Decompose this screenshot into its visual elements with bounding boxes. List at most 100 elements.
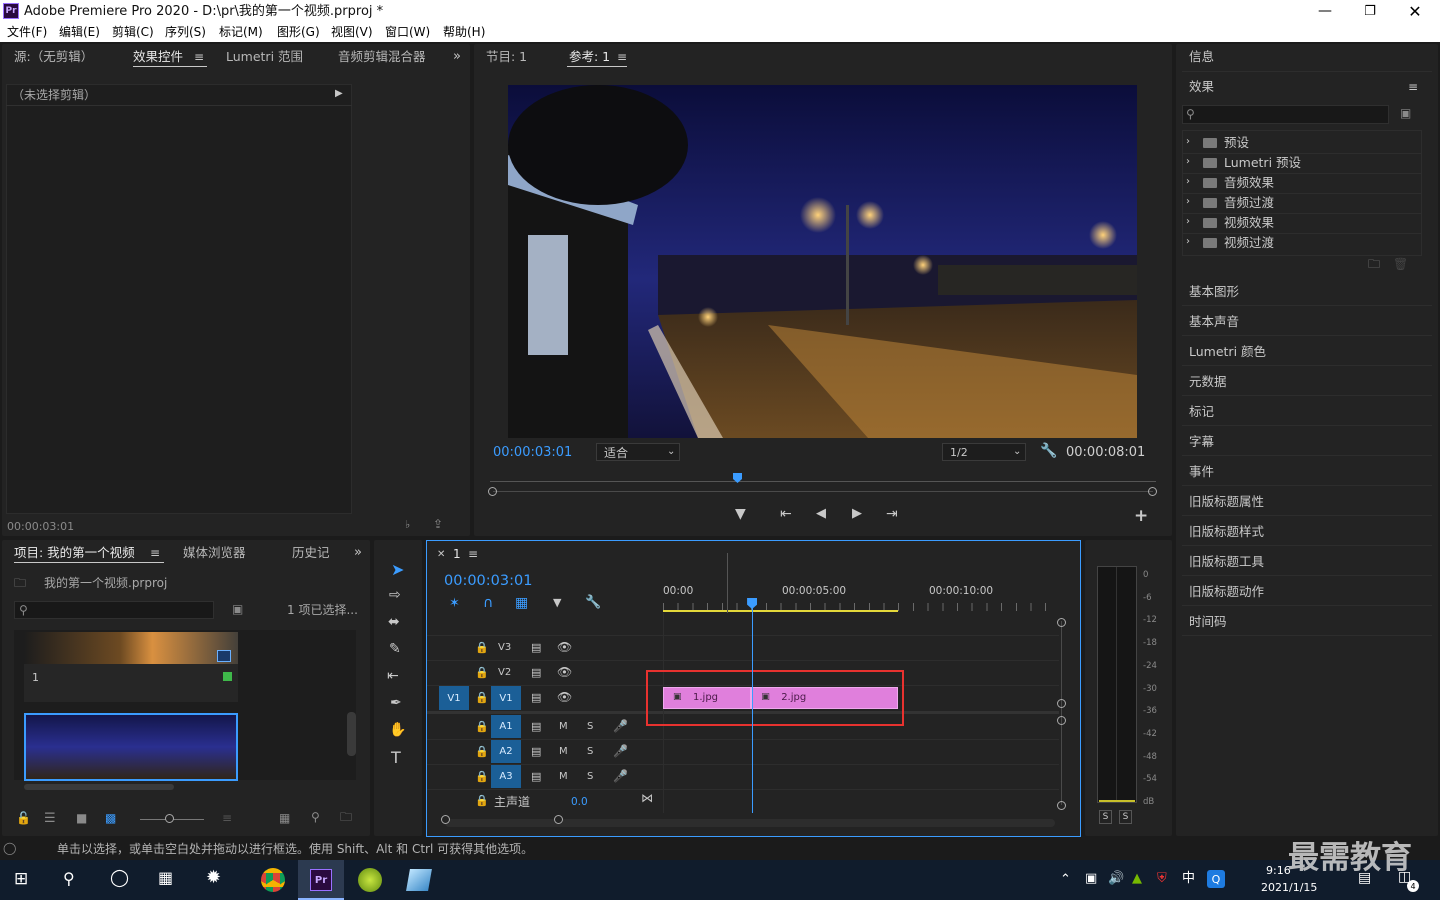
right-panel-item[interactable]: 旧版标题属性: [1189, 495, 1264, 509]
right-panel-item[interactable]: 旧版标题动作: [1189, 585, 1264, 599]
tab-history[interactable]: 历史记: [292, 546, 330, 560]
effects-tree-item[interactable]: › 音频过渡: [1182, 193, 1422, 213]
right-panel-item[interactable]: 时间码: [1189, 615, 1227, 629]
track-a3-label[interactable]: A3: [491, 765, 521, 788]
menu-marker[interactable]: 标记(M): [219, 26, 263, 38]
hand-tool-icon[interactable]: ✋: [389, 723, 406, 737]
minimize-icon[interactable]: —: [1310, 0, 1340, 22]
project-menu-icon[interactable]: ≡: [150, 547, 160, 559]
mute-button[interactable]: M: [559, 722, 568, 732]
master-volume-value[interactable]: 0.0: [571, 797, 588, 808]
nest-icon[interactable]: ✶: [449, 597, 460, 610]
step-back-icon[interactable]: ◀: [816, 507, 826, 520]
effects-tree-item[interactable]: › 视频过渡: [1182, 233, 1422, 253]
effects-panel-title[interactable]: 效果: [1189, 80, 1214, 94]
project-h-scrollbar[interactable]: [24, 784, 174, 790]
icon-view-icon[interactable]: ■: [76, 812, 87, 824]
search-icon[interactable]: ⚲: [63, 871, 75, 887]
step-forward-icon[interactable]: ▶: [852, 507, 862, 520]
wrench-icon[interactable]: 🔧: [1040, 444, 1057, 458]
menu-view[interactable]: 视图(V): [331, 26, 373, 38]
filter-icon[interactable]: ♭: [405, 519, 410, 530]
menu-sequence[interactable]: 序列(S): [165, 26, 206, 38]
menu-edit[interactable]: 编辑(E): [59, 26, 100, 38]
tab-sequence[interactable]: 1: [453, 548, 461, 560]
solo-button[interactable]: S: [587, 772, 593, 782]
security-icon[interactable]: ⛨: [1157, 872, 1167, 885]
menu-clip[interactable]: 剪辑(C): [112, 26, 154, 38]
lock-icon[interactable]: 🔒: [475, 642, 489, 653]
effects-tree-item[interactable]: › 视频效果: [1182, 213, 1422, 233]
sync-lock-icon[interactable]: ▤: [531, 771, 541, 782]
right-panel-item[interactable]: 元数据: [1189, 375, 1227, 389]
new-folder-icon[interactable]: 🗀: [1368, 258, 1380, 270]
clip-thumbnail-1[interactable]: 1: [24, 632, 238, 702]
slip-tool-icon[interactable]: ⇤: [387, 669, 399, 683]
info-panel-title[interactable]: 信息: [1189, 50, 1214, 64]
effects-menu-icon[interactable]: ≡: [1408, 81, 1418, 93]
right-panel-item[interactable]: 基本声音: [1189, 315, 1239, 329]
project-scrollbar[interactable]: [347, 712, 356, 756]
effects-tree-item[interactable]: › 音频效果: [1182, 173, 1422, 193]
automate-sequence-icon[interactable]: ▦: [279, 812, 290, 824]
notes-icon[interactable]: ▤: [1358, 871, 1371, 885]
timeline-timecode[interactable]: 00:00:03:01: [444, 574, 532, 589]
tab-reference[interactable]: 参考: 1: [569, 50, 610, 64]
freeform-view-icon[interactable]: ▩: [105, 812, 116, 824]
right-panel-item[interactable]: 字幕: [1189, 435, 1214, 449]
pinwheel-app-icon[interactable]: ✹: [206, 869, 221, 887]
sync-lock-icon[interactable]: ▤: [531, 746, 541, 757]
new-bin-icon[interactable]: 🗀: [340, 811, 352, 823]
panel-overflow-icon[interactable]: »: [354, 546, 362, 559]
v-scroll-handle[interactable]: [1057, 699, 1066, 708]
chevron-up-icon[interactable]: ⌃: [1060, 873, 1071, 886]
menu-help[interactable]: 帮助(H): [443, 26, 485, 38]
close-icon[interactable]: ✕: [1400, 0, 1430, 22]
sync-lock-icon[interactable]: ▤: [531, 692, 541, 703]
new-search-bin-icon[interactable]: ▣: [232, 603, 243, 615]
pen-tool-icon[interactable]: ✒: [390, 696, 402, 710]
vertical-scroll-track[interactable]: [1061, 621, 1062, 805]
add-button-icon[interactable]: +: [1134, 508, 1148, 525]
zoom-slider-handle[interactable]: [165, 814, 174, 823]
expand-arrow-icon[interactable]: ▶: [335, 89, 343, 99]
tab-audio-clip-mixer[interactable]: 音频剪辑混合器: [338, 50, 426, 64]
go-to-in-icon[interactable]: ⇤: [780, 507, 792, 521]
menu-graphics[interactable]: 图形(G): [277, 26, 320, 38]
right-panel-item[interactable]: Lumetri 颜色: [1189, 345, 1266, 359]
project-search-input[interactable]: ⚲: [14, 601, 214, 619]
panel-overflow-icon[interactable]: »: [453, 50, 461, 63]
tab-source[interactable]: 源:（无剪辑）: [14, 50, 93, 64]
lock-icon[interactable]: 🔒: [475, 746, 489, 757]
program-timecode-current[interactable]: 00:00:03:01: [493, 446, 572, 459]
program-menu-icon[interactable]: ≡: [617, 51, 627, 63]
close-tab-icon[interactable]: ✕: [437, 550, 445, 560]
track-select-tool-icon[interactable]: ⇨: [389, 588, 401, 602]
sync-lock-icon[interactable]: ▤: [531, 721, 541, 732]
find-icon[interactable]: ⚲: [311, 811, 320, 823]
add-marker-icon[interactable]: ▼: [553, 597, 561, 608]
effects-search-input[interactable]: ⚲: [1182, 105, 1389, 124]
lock-icon[interactable]: 🔒: [475, 667, 489, 678]
work-area-bar[interactable]: [663, 610, 898, 612]
nvidia-icon[interactable]: ▲: [1132, 872, 1142, 885]
horizontal-scroll-track[interactable]: [445, 819, 1055, 827]
snap-icon[interactable]: ∩: [483, 596, 493, 610]
solo-button[interactable]: S: [587, 747, 593, 757]
sequence-menu-icon[interactable]: ≡: [468, 548, 478, 560]
panel-menu-icon[interactable]: ≡: [194, 51, 204, 63]
cortana-icon[interactable]: ◯: [110, 870, 129, 887]
type-tool-icon[interactable]: T: [391, 750, 401, 766]
zoom-handle-right[interactable]: [1148, 487, 1157, 496]
clock-date[interactable]: 2021/1/15: [1261, 882, 1317, 893]
ime-indicator[interactable]: 中: [1182, 872, 1195, 885]
clip-thumbnail-2[interactable]: [24, 713, 238, 781]
track-a1-label[interactable]: A1: [491, 715, 521, 738]
zoom-handle-left[interactable]: [488, 487, 497, 496]
microphone-icon[interactable]: 🎤: [613, 770, 628, 782]
right-panel-item[interactable]: 基本图形: [1189, 285, 1239, 299]
tab-media-browser[interactable]: 媒体浏览器: [183, 546, 246, 560]
list-view-icon[interactable]: ☰: [44, 812, 56, 825]
volume-icon[interactable]: 🔊: [1108, 872, 1124, 885]
razor-tool-icon[interactable]: ✎: [389, 642, 401, 656]
